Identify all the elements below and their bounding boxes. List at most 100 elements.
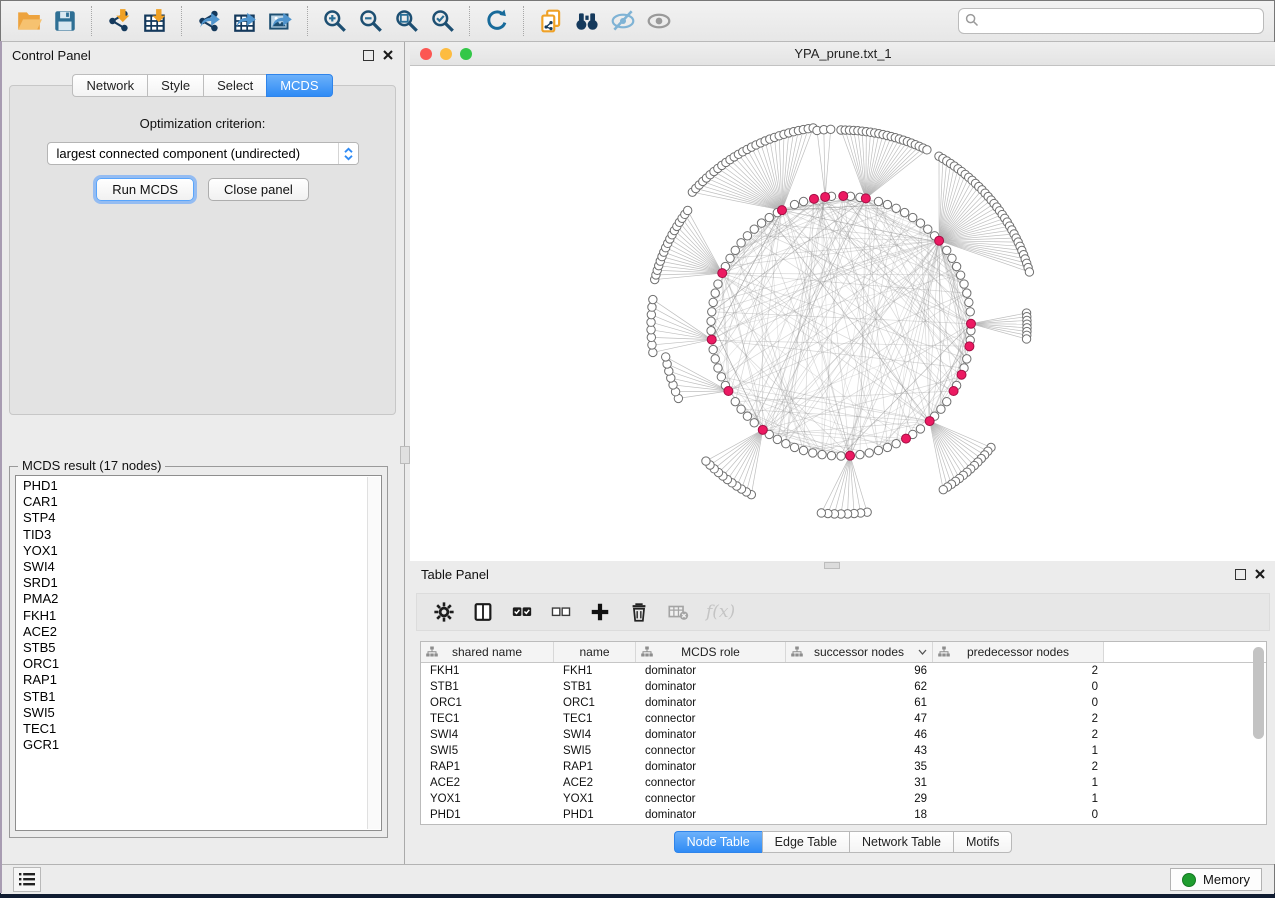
mcds-result-item[interactable]: SWI5 (23, 705, 381, 721)
first-neighbors-icon (574, 8, 600, 34)
delete-row-button[interactable] (628, 601, 650, 623)
close-panel-icon[interactable] (383, 50, 393, 60)
mcds-result-item[interactable]: TID3 (23, 527, 381, 543)
gear-button[interactable] (433, 601, 455, 623)
table-row[interactable]: PHD1PHD1dominator180 (421, 807, 1266, 823)
mcds-result-item[interactable]: PHD1 (23, 478, 381, 494)
show-all-button[interactable] (641, 4, 677, 38)
cell-predecessor-nodes: 0 (933, 681, 1104, 693)
column-header-predecessor-nodes[interactable]: predecessor nodes (933, 642, 1104, 662)
cell-shared-name: PHD1 (421, 809, 554, 821)
float-panel-icon[interactable] (363, 50, 374, 61)
hide-selected-button[interactable] (605, 4, 641, 38)
mcds-result-item[interactable]: ORC1 (23, 656, 381, 672)
network-graph[interactable] (410, 66, 1275, 561)
new-network-from-selection-button[interactable] (533, 4, 569, 38)
table-row[interactable]: ACE2ACE2connector311 (421, 775, 1266, 791)
tab-node-table[interactable]: Node Table (674, 831, 762, 853)
import-table-button[interactable] (137, 4, 173, 38)
select-all-checked-button[interactable] (511, 601, 533, 623)
zoom-out-button[interactable] (353, 4, 389, 38)
export-image-button[interactable] (263, 4, 299, 38)
gear-icon (433, 601, 455, 623)
close-panel-button[interactable]: Close panel (208, 178, 309, 201)
refresh-view-button[interactable] (479, 4, 515, 38)
add-row-button[interactable] (589, 601, 611, 623)
search-input[interactable] (958, 8, 1264, 34)
table-row[interactable]: ORC1ORC1dominator610 (421, 695, 1266, 711)
deselect-all-button[interactable] (550, 601, 572, 623)
mcds-result-item[interactable]: YOX1 (23, 543, 381, 559)
table-row[interactable]: TEC1TEC1connector472 (421, 711, 1266, 727)
mcds-hub-node (966, 319, 975, 328)
attribute-tree-icon (938, 646, 950, 658)
export-table-button[interactable] (227, 4, 263, 38)
open-session-button[interactable] (11, 4, 47, 38)
cell-successor-nodes: 46 (786, 729, 933, 741)
memory-button[interactable]: Memory (1170, 868, 1262, 891)
tab-network-table[interactable]: Network Table (849, 831, 953, 853)
tab-mcds[interactable]: MCDS (266, 74, 332, 97)
column-header-filler (1104, 642, 1266, 662)
zoom-in-button[interactable] (317, 4, 353, 38)
table-scrollbar[interactable] (1253, 647, 1264, 821)
desktop-wallpaper-edge (0, 41, 2, 893)
delete-row-icon (628, 601, 650, 623)
table-row[interactable]: SWI4SWI4dominator462 (421, 727, 1266, 743)
control-panel-header: Control Panel (1, 42, 404, 68)
tab-edge-table[interactable]: Edge Table (762, 831, 849, 853)
mcds-result-item[interactable]: CAR1 (23, 494, 381, 510)
tab-motifs[interactable]: Motifs (953, 831, 1012, 853)
save-session-button[interactable] (47, 4, 83, 38)
tab-style[interactable]: Style (147, 74, 203, 97)
tab-network[interactable]: Network (72, 74, 147, 97)
optimization-criterion-select[interactable]: largest connected component (undirected) (47, 142, 359, 165)
export-network-button[interactable] (191, 4, 227, 38)
table-row[interactable]: SWI5SWI5connector431 (421, 743, 1266, 759)
table-row[interactable]: FKH1FKH1dominator962 (421, 663, 1266, 679)
first-neighbors-button[interactable] (569, 4, 605, 38)
zoom-fit-button[interactable] (389, 4, 425, 38)
mcds-result-item[interactable]: STB5 (23, 640, 381, 656)
mcds-result-item[interactable]: TEC1 (23, 721, 381, 737)
mcds-result-item[interactable]: PMA2 (23, 591, 381, 607)
mcds-hub-node (724, 387, 733, 396)
table-panel-grip[interactable] (824, 562, 840, 569)
table-row[interactable]: STB1STB1dominator620 (421, 679, 1266, 695)
mcds-result-item[interactable]: SRD1 (23, 575, 381, 591)
function-builder-icon: f(x) (706, 602, 735, 622)
splitter-grip[interactable] (400, 446, 410, 464)
columns-button[interactable] (472, 601, 494, 623)
cell-MCDS-role: dominator (636, 681, 786, 693)
column-header-shared-name[interactable]: shared name (421, 642, 554, 662)
mcds-result-item[interactable]: GCR1 (23, 737, 381, 753)
mcds-result-item[interactable]: SWI4 (23, 559, 381, 575)
table-row[interactable]: RAP1RAP1dominator352 (421, 759, 1266, 775)
toolbar-separator (307, 6, 309, 36)
mcds-result-item[interactable]: ACE2 (23, 624, 381, 640)
column-header-name[interactable]: name (554, 642, 636, 662)
mcds-result-item[interactable]: STB1 (23, 689, 381, 705)
table-row[interactable]: YOX1YOX1connector291 (421, 791, 1266, 807)
close-table-panel-icon[interactable] (1255, 569, 1265, 579)
task-history-button[interactable] (13, 867, 41, 892)
mcds-hub-node (846, 451, 855, 460)
float-table-panel-icon[interactable] (1235, 569, 1246, 580)
run-mcds-button[interactable]: Run MCDS (96, 178, 194, 201)
table-tabs: Node TableEdge TableNetwork TableMotifs (410, 831, 1275, 857)
mcds-result-list[interactable]: PHD1CAR1STP4TID3YOX1SWI4SRD1PMA2FKH1ACE2… (15, 475, 382, 831)
mcds-result-item[interactable]: STP4 (23, 510, 381, 526)
mcds-result-item[interactable]: RAP1 (23, 672, 381, 688)
column-header-MCDS-role[interactable]: MCDS role (636, 642, 786, 662)
import-network-button[interactable] (101, 4, 137, 38)
mcds-result-scrollbar[interactable] (367, 477, 380, 829)
zoom-selected-button[interactable] (425, 4, 461, 38)
column-label: shared name (452, 645, 522, 659)
toolbar-separator (469, 6, 471, 36)
table-scrollbar-thumb[interactable] (1253, 647, 1264, 739)
mcds-result-item[interactable]: FKH1 (23, 608, 381, 624)
network-canvas[interactable] (410, 66, 1275, 561)
column-header-successor-nodes[interactable]: successor nodes (786, 642, 933, 662)
cell-name: YOX1 (554, 793, 636, 805)
tab-select[interactable]: Select (203, 74, 266, 97)
